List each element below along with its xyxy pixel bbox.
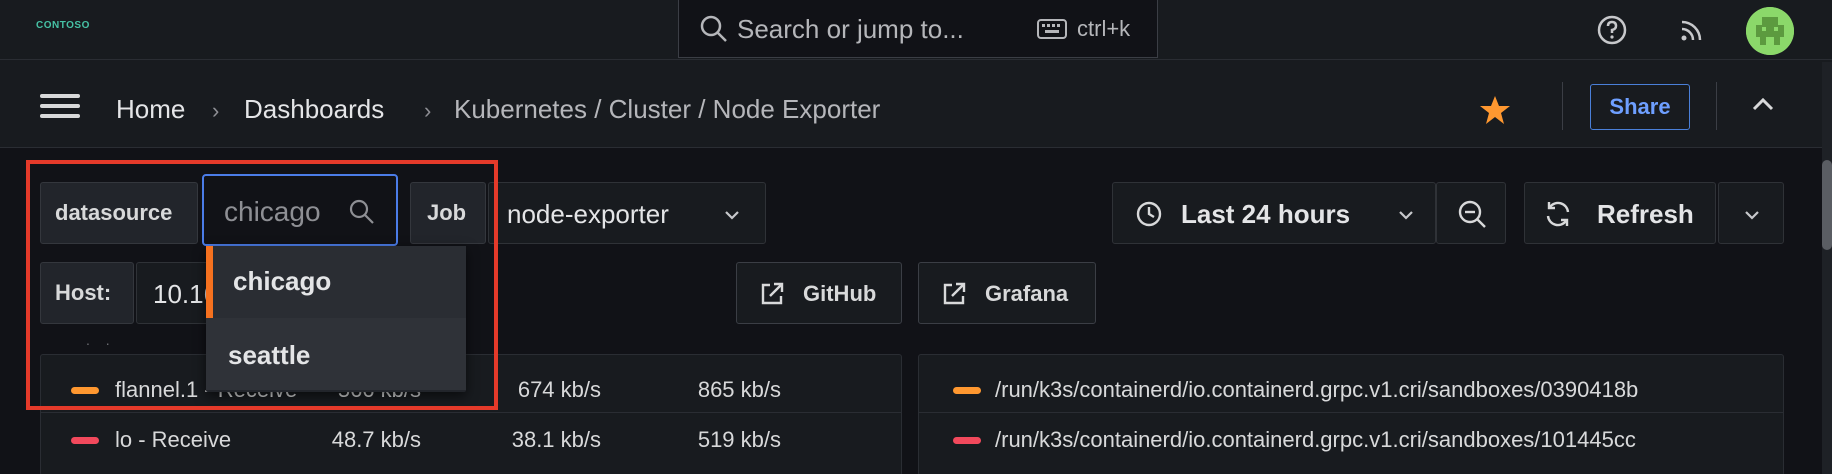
zoom-out-icon — [1458, 200, 1486, 228]
option-label: seattle — [228, 340, 311, 370]
refresh-icon — [1546, 201, 1570, 227]
legend-row[interactable]: /run/k3s/containerd/io.containerd.grpc.v… — [919, 415, 1783, 463]
refresh-interval-dropdown[interactable] — [1718, 182, 1784, 244]
series-swatch — [953, 437, 981, 444]
search-icon — [349, 199, 374, 224]
breadcrumb-separator: › — [424, 98, 432, 123]
github-label: GitHub — [803, 281, 877, 306]
option-label: chicago — [233, 266, 332, 296]
breadcrumb-separator: › — [212, 98, 220, 123]
job-label: Job — [410, 182, 486, 244]
breadcrumb-dashboards[interactable]: Dashboards — [244, 94, 384, 125]
datasource-option-chicago[interactable]: chicago — [206, 246, 466, 318]
filesystem-legend-panel: /run/k3s/containerd/io.containerd.grpc.v… — [918, 354, 1784, 474]
help-icon[interactable] — [1596, 14, 1628, 46]
keyboard-icon — [1037, 19, 1067, 39]
series-swatch — [71, 387, 99, 394]
avatar[interactable] — [1746, 7, 1794, 55]
clock-icon — [1136, 201, 1162, 227]
series-value: 865 kb/s — [697, 377, 781, 402]
legend-row[interactable]: flannel.1 - Receive 566 kb/s 674 kb/s 86… — [41, 365, 901, 413]
series-value: 38.1 kb/s — [511, 427, 601, 452]
scrollbar-track[interactable] — [1822, 62, 1832, 474]
search-placeholder: Search or jump to... — [737, 14, 964, 44]
divider — [1562, 82, 1563, 130]
scrollbar-thumb[interactable] — [1822, 160, 1832, 250]
datasource-label: datasource — [40, 182, 198, 244]
star-icon[interactable] — [1478, 94, 1512, 126]
breadcrumb-current: Kubernetes / Cluster / Node Exporter — [454, 94, 881, 124]
external-link-icon — [761, 282, 784, 305]
job-value: node-exporter — [507, 199, 669, 229]
datasource-dropdown: chicago seattle — [206, 246, 466, 392]
series-name: /run/k3s/containerd/io.containerd.grpc.v… — [995, 377, 1639, 402]
top-bar: CONTOSO Search or jump to... ctrl+k — [0, 0, 1832, 60]
github-link-button[interactable]: GitHub — [736, 262, 902, 324]
refresh-button[interactable]: Refresh — [1524, 182, 1716, 244]
breadcrumb-home[interactable]: Home — [116, 94, 185, 125]
series-name: lo - Receive — [115, 427, 232, 452]
series-value: 519 kb/s — [697, 427, 781, 452]
share-button[interactable]: Share — [1590, 84, 1690, 130]
series-swatch — [953, 387, 981, 394]
nav-bar: Home › Dashboards › Kubernetes / Cluster… — [0, 60, 1832, 148]
datasource-option-seattle[interactable]: seattle — [206, 318, 466, 390]
series-value: 674 kb/s — [517, 377, 601, 402]
legend-row[interactable]: /run/k3s/containerd/io.containerd.grpc.v… — [919, 365, 1783, 413]
shortcut-hint: ctrl+k — [1077, 16, 1131, 41]
datasource-input[interactable]: chicago — [202, 174, 398, 246]
time-range-picker[interactable]: Last 24 hours — [1112, 182, 1436, 244]
time-range-label: Last 24 hours — [1181, 199, 1351, 229]
series-name: /run/k3s/containerd/io.containerd.grpc.v… — [995, 427, 1636, 452]
network-legend-panel: flannel.1 - Receive 566 kb/s 674 kb/s 86… — [40, 354, 902, 474]
search-bar[interactable]: Search or jump to... ctrl+k — [678, 0, 1158, 58]
datasource-value: chicago — [224, 196, 321, 227]
chevron-down-icon — [1745, 211, 1759, 220]
grafana-label: Grafana — [985, 281, 1069, 306]
contoso-logo[interactable]: CONTOSO — [30, 18, 90, 46]
legend-ticks: . . — [86, 332, 116, 348]
host-label: Host: — [40, 262, 134, 324]
rss-icon[interactable] — [1676, 14, 1708, 46]
menu-icon[interactable] — [40, 94, 80, 118]
divider — [1716, 82, 1717, 130]
refresh-label: Refresh — [1597, 199, 1694, 229]
job-select[interactable]: node-exporter — [488, 182, 766, 244]
series-swatch — [71, 437, 99, 444]
chevron-down-icon — [1399, 211, 1413, 220]
external-link-icon — [943, 282, 966, 305]
legend-row[interactable]: lo - Receive 48.7 kb/s 38.1 kb/s 519 kb/… — [41, 415, 901, 463]
chevron-up-icon[interactable] — [1750, 94, 1776, 114]
chevron-down-icon — [725, 211, 739, 220]
search-icon — [700, 15, 727, 42]
zoom-out-button[interactable] — [1436, 182, 1506, 244]
series-value: 48.7 kb/s — [331, 427, 421, 452]
grafana-link-button[interactable]: Grafana — [918, 262, 1096, 324]
logo-text: CONTOSO — [36, 20, 90, 31]
